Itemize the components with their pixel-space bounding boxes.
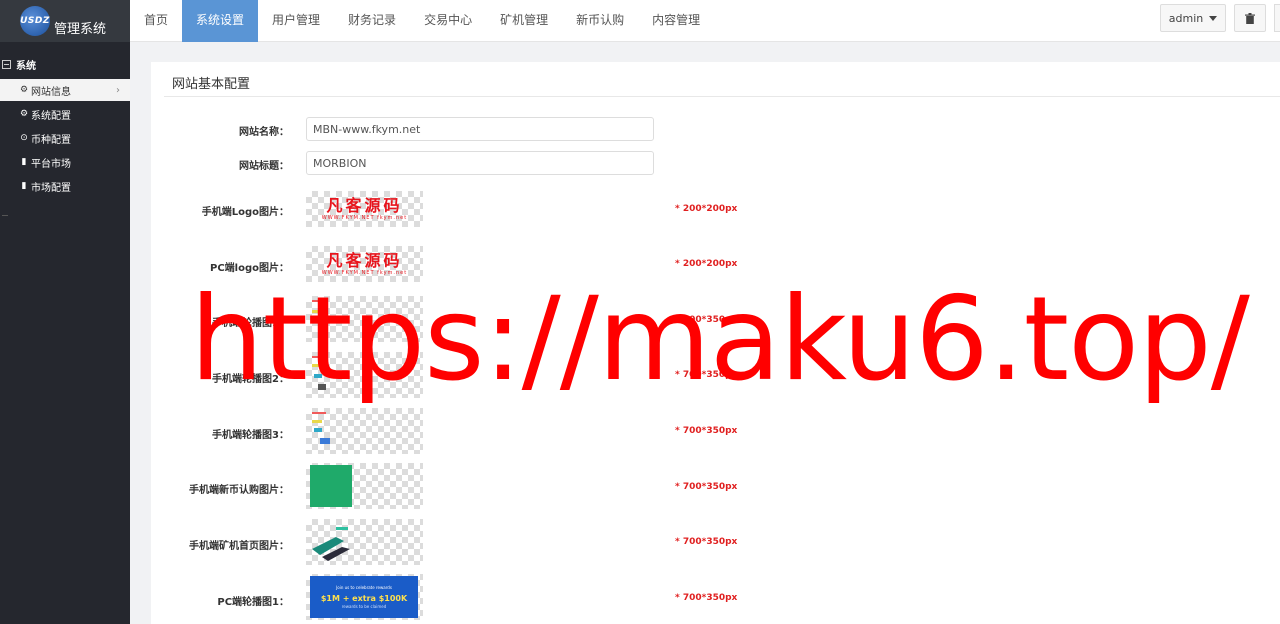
app-logo[interactable]: USDZ 管理系统	[0, 0, 130, 42]
panel-divider	[164, 96, 1280, 97]
chevron-right-icon: ›	[116, 84, 120, 96]
user-menu-button[interactable]: admin	[1160, 4, 1226, 32]
nav-content-management[interactable]: 内容管理	[638, 0, 714, 42]
app-title: 管理系统	[54, 21, 107, 37]
mobile-logo-hint: * 200*200px	[675, 204, 738, 214]
bar-chart-icon: ▮	[21, 157, 27, 167]
gear-icon: ⚙	[19, 109, 29, 119]
caret-down-icon	[1209, 15, 1218, 21]
sidebar-divider	[2, 215, 8, 216]
pc-banner-1-label: PC端轮播图1：	[217, 597, 289, 608]
user-name: admin	[1168, 11, 1204, 25]
circle-dot-icon: ⊙	[20, 133, 28, 143]
logo-image-main: 凡客源码	[326, 195, 403, 215]
gear-icon: ⚙	[19, 85, 29, 95]
clear-cache-button[interactable]	[1234, 4, 1266, 32]
pc-banner-1-hint: * 700*350px	[675, 593, 738, 603]
sidebar-item-site-info[interactable]: ⚙ 网站信息 ›	[0, 79, 130, 101]
sidebar-item-label: 平台市场	[31, 158, 71, 170]
logo-mark-text: USDZ	[20, 16, 50, 26]
site-title-label: 网站标题：	[239, 161, 289, 172]
mobile-new-coin-hint: * 700*350px	[675, 482, 738, 492]
nav-trading-center[interactable]: 交易中心	[410, 0, 486, 42]
banner-line-3: rewards to be claimed	[341, 603, 387, 609]
site-name-label: 网站名称：	[239, 127, 289, 138]
sidebar-item-platform-market[interactable]: ▮ 平台市场	[0, 151, 130, 173]
sidebar-item-label: 网站信息	[31, 86, 71, 98]
new-coin-image	[310, 465, 352, 507]
watermark-text: https://maku6.top/	[190, 272, 1250, 407]
sidebar-item-label: 币种配置	[31, 134, 71, 146]
miner-image	[312, 527, 350, 561]
mobile-new-coin-upload[interactable]	[306, 463, 423, 509]
site-title-input[interactable]	[306, 151, 654, 175]
logo-image-sub: WWW.FKYM.NET fkym.net	[321, 214, 408, 221]
mobile-logo-label: 手机端Logo图片：	[201, 207, 289, 218]
sidebar-item-label: 系统配置	[31, 110, 71, 122]
nav-new-coin-subscription[interactable]: 新币认购	[562, 0, 638, 42]
pc-logo-hint: * 200*200px	[675, 259, 738, 269]
mobile-miner-home-label: 手机端矿机首页图片：	[189, 541, 289, 552]
logo-image-main: 凡客源码	[326, 250, 403, 270]
site-name-input[interactable]	[306, 117, 654, 141]
mobile-miner-home-hint: * 700*350px	[675, 537, 738, 547]
sidebar-item-label: 市场配置	[31, 182, 71, 194]
logo-mark: USDZ	[20, 6, 50, 36]
collapse-icon	[2, 59, 11, 69]
sidebar-item-coin-config[interactable]: ⊙ 币种配置	[0, 127, 130, 149]
nav-system-settings[interactable]: 系统设置	[182, 0, 259, 42]
nav-home[interactable]: 首页	[130, 0, 182, 42]
banner-image	[312, 412, 330, 444]
sidebar-section-system[interactable]: 系统	[0, 50, 130, 78]
mobile-banner-3-hint: * 700*350px	[675, 426, 738, 436]
nav-miner-management[interactable]: 矿机管理	[486, 0, 562, 42]
nav-user-management[interactable]: 用户管理	[258, 0, 334, 42]
sidebar: 系统 ⚙ 网站信息 › ⚙ 系统配置 ⊙ 币种配置 ▮ 平台市场 ▮ 市场配置	[0, 42, 130, 624]
sidebar-section-label: 系统	[16, 60, 36, 72]
pc-banner-image: Join us to celebrate rewards $1M + extra…	[310, 576, 418, 618]
mobile-logo-upload[interactable]: 凡客源码 WWW.FKYM.NET fkym.net	[306, 191, 423, 227]
top-bar: USDZ 管理系统 首页 系统设置 用户管理 财务记录 交易中心 矿机管理 新币…	[0, 0, 1280, 42]
banner-line-2: $1M + extra $100K	[320, 593, 408, 603]
mobile-miner-home-upload[interactable]	[306, 519, 423, 565]
mobile-banner-3-upload[interactable]	[306, 408, 423, 454]
nav-finance-records[interactable]: 财务记录	[334, 0, 410, 42]
sidebar-item-market-config[interactable]: ▮ 市场配置	[0, 175, 130, 197]
extra-button[interactable]	[1274, 4, 1280, 32]
mobile-banner-3-label: 手机端轮播图3：	[212, 430, 289, 441]
top-nav: 首页 系统设置 用户管理 财务记录 交易中心 矿机管理 新币认购 内容管理	[130, 0, 714, 42]
mobile-new-coin-label: 手机端新币认购图片：	[189, 485, 289, 496]
panel-title: 网站基本配置	[172, 77, 251, 92]
logo-image: 凡客源码 WWW.FKYM.NET fkym.net	[306, 191, 423, 227]
pc-banner-1-upload[interactable]: Join us to celebrate rewards $1M + extra…	[306, 574, 423, 620]
sidebar-item-system-config[interactable]: ⚙ 系统配置	[0, 103, 130, 125]
banner-line-1: Join us to celebrate rewards	[336, 584, 392, 590]
bar-chart-icon: ▮	[21, 181, 27, 191]
trash-icon	[1245, 12, 1255, 24]
